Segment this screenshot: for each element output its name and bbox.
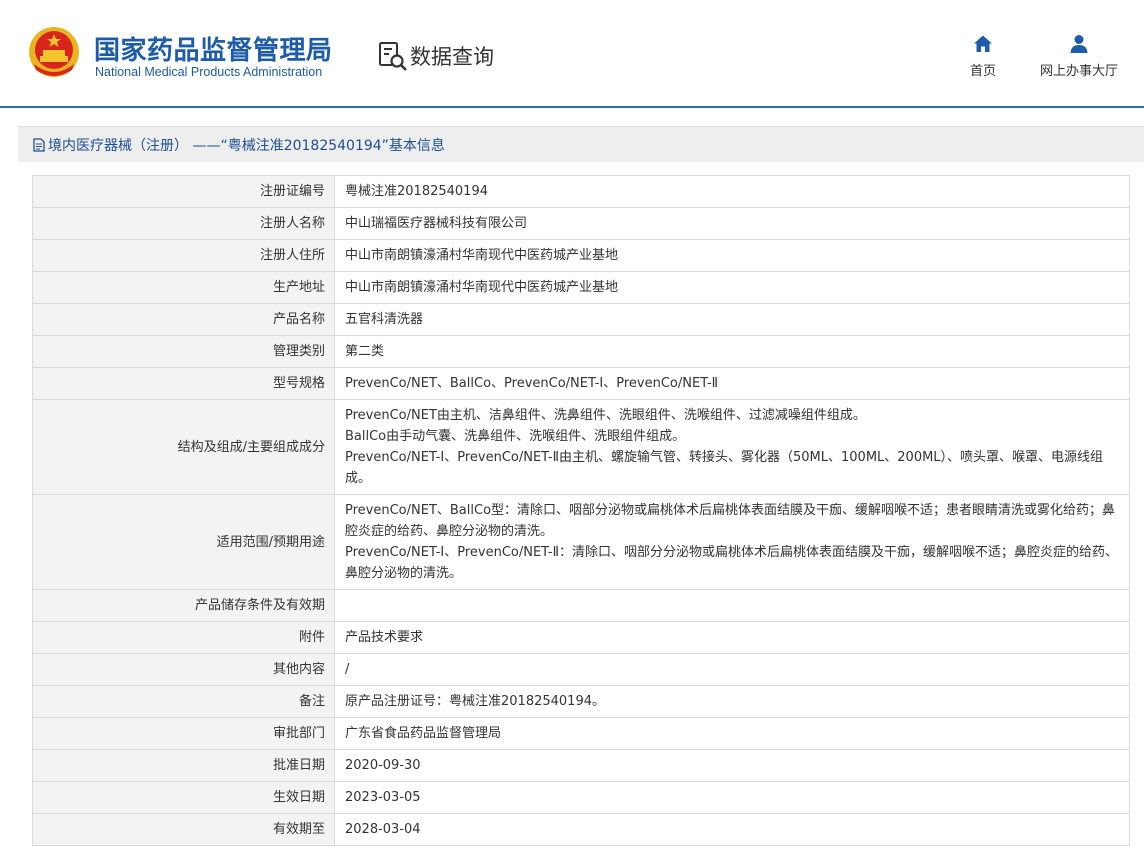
site-header: 国家药品监督管理局 National Medical Products Admi… [0,0,1144,106]
field-value: 粤械注准20182540194 [334,175,1130,208]
field-value: 原产品注册证号：粤械注准20182540194。 [334,685,1130,718]
field-value-line: 2020-09-30 [345,758,421,773]
field-label: 注册人住所 [32,239,335,272]
table-row: 注册证编号 粤械注准20182540194 [32,175,1130,208]
field-value: 中山瑞福医疗器械科技有限公司 [334,207,1130,240]
table-row: 有效期至 2028-03-04 [32,813,1130,846]
field-label: 结构及组成/主要组成成分 [32,399,335,495]
field-value-line: 广东省食品药品监督管理局 [345,726,502,741]
field-value: PrevenCo/NET、BallCo、PrevenCo/NET-Ⅰ、Preve… [334,367,1130,400]
registration-info-table: 注册证编号 粤械注准20182540194 注册人名称 中山瑞福医疗器械科技有限公司注… [32,175,1130,846]
table-row: 注册人名称 中山瑞福医疗器械科技有限公司 [32,207,1130,240]
field-value-line: PrevenCo/NET、BallCo、PrevenCo/NET-Ⅰ、Preve… [345,376,719,391]
field-value: 第二类 [334,335,1130,368]
data-query-link[interactable]: 数据查询 [378,40,494,72]
user-icon [1070,35,1088,53]
field-label: 生产地址 [32,271,335,304]
field-value-line: 五官科清洗器 [345,312,424,327]
table-row: 适用范围/预期用途 PrevenCo/NET、BallCo型：清除口、咽部分泌物或… [32,494,1130,590]
section-title: 境内医疗器械（注册） ——“粤械注准20182540194”基本信息 [48,137,445,154]
field-value-line: BallCo由手动气囊、洗鼻组件、洗喉组件、洗眼组件组成。 [345,429,686,444]
field-label: 管理类别 [32,335,335,368]
section-header: 境内医疗器械（注册） ——“粤械注准20182540194”基本信息 [18,126,1144,162]
nav-online-service-hall-label: 网上办事大厅 [1039,64,1118,79]
field-value [334,589,1130,622]
site-name-cn[interactable]: 国家药品监督管理局 [94,30,333,67]
field-label: 备注 [32,685,335,718]
field-label: 批准日期 [32,749,335,782]
table-row: 生效日期 2023-03-05 [32,781,1130,814]
field-value: 产品技术要求 [334,621,1130,654]
field-value-line: 产品技术要求 [345,630,424,645]
table-row: 产品名称 五官科清洗器 [32,303,1130,336]
home-icon [974,35,992,52]
field-value: 2020-09-30 [334,749,1130,782]
field-label: 注册证编号 [32,175,335,208]
document-search-icon [379,42,407,71]
field-value: PrevenCo/NET、BallCo型：清除口、咽部分泌物或扁桃体术后扁桃体表… [334,494,1130,590]
table-row: 批准日期 2020-09-30 [32,749,1130,782]
table-row: 附件 产品技术要求 [32,621,1130,654]
document-icon [33,137,45,152]
nav-home-label: 首页 [969,64,996,79]
table-row: 其他内容 / [32,653,1130,686]
table-row: 产品储存条件及有效期 [32,589,1130,622]
table-row: 型号规格 PrevenCo/NET、BallCo、PrevenCo/NET-Ⅰ、P… [32,367,1130,400]
field-value: / [334,653,1130,686]
field-value-line: PrevenCo/NET-Ⅰ、PrevenCo/NET-Ⅱ由主机、螺旋输气管、转… [345,450,1104,486]
field-value: 广东省食品药品监督管理局 [334,717,1130,750]
field-label: 审批部门 [32,717,335,750]
detail-content: 境内医疗器械（注册） ——“粤械注准20182540194”基本信息 注册证编号… [18,126,1144,846]
nav-online-service-hall[interactable]: 网上办事大厅 [1036,34,1122,79]
table-row: 审批部门 广东省食品药品监督管理局 [32,717,1130,750]
table-row: 管理类别 第二类 [32,335,1130,368]
field-label: 产品名称 [32,303,335,336]
table-row: 注册人住所 中山市南朗镇濠涌村华南现代中医药城产业基地 [32,239,1130,272]
field-value-line: PrevenCo/NET-Ⅰ、PrevenCo/NET-Ⅱ：清除口、咽部分分泌物… [345,545,1119,581]
field-value-line: 中山市南朗镇濠涌村华南现代中医药城产业基地 [345,280,619,295]
field-label: 生效日期 [32,781,335,814]
table-row: 结构及组成/主要组成成分 PrevenCo/NET由主机、洁鼻组件、洗鼻组件、洗眼… [32,399,1130,495]
field-value: 2023-03-05 [334,781,1130,814]
field-label: 有效期至 [32,813,335,846]
data-query-label: 数据查询 [410,45,494,69]
field-value-line: 第二类 [345,344,385,359]
field-label: 其他内容 [32,653,335,686]
field-label: 附件 [32,621,335,654]
field-value: 中山市南朗镇濠涌村华南现代中医药城产业基地 [334,239,1130,272]
header-divider-line [0,106,1144,108]
field-value-line: 粤械注准20182540194 [345,184,488,199]
field-value-line: PrevenCo/NET、BallCo型：清除口、咽部分泌物或扁桃体术后扁桃体表… [345,503,1116,539]
field-value-line: 中山市南朗镇濠涌村华南现代中医药城产业基地 [345,248,619,263]
field-value-line: 原产品注册证号：粤械注准20182540194。 [345,694,605,709]
national-emblem-logo[interactable] [28,26,80,78]
field-value-line: 2023-03-05 [345,790,421,805]
field-value: 中山市南朗镇濠涌村华南现代中医药城产业基地 [334,271,1130,304]
field-label: 产品储存条件及有效期 [32,589,335,622]
field-label: 型号规格 [32,367,335,400]
field-value-line: 中山瑞福医疗器械科技有限公司 [345,216,528,231]
nav-home[interactable]: 首页 [966,34,1000,79]
site-name-en[interactable]: National Medical Products Administration [95,65,322,79]
field-value-line: PrevenCo/NET由主机、洁鼻组件、洗鼻组件、洗眼组件、洗喉组件、过滤减噪… [345,408,866,423]
field-label: 适用范围/预期用途 [32,494,335,590]
field-value: 五官科清洗器 [334,303,1130,336]
field-label: 注册人名称 [32,207,335,240]
field-value: PrevenCo/NET由主机、洁鼻组件、洗鼻组件、洗眼组件、洗喉组件、过滤减噪… [334,399,1130,495]
table-row: 备注 原产品注册证号：粤械注准20182540194。 [32,685,1130,718]
field-value-line: / [345,662,350,677]
table-row: 生产地址 中山市南朗镇濠涌村华南现代中医药城产业基地 [32,271,1130,304]
field-value: 2028-03-04 [334,813,1130,846]
